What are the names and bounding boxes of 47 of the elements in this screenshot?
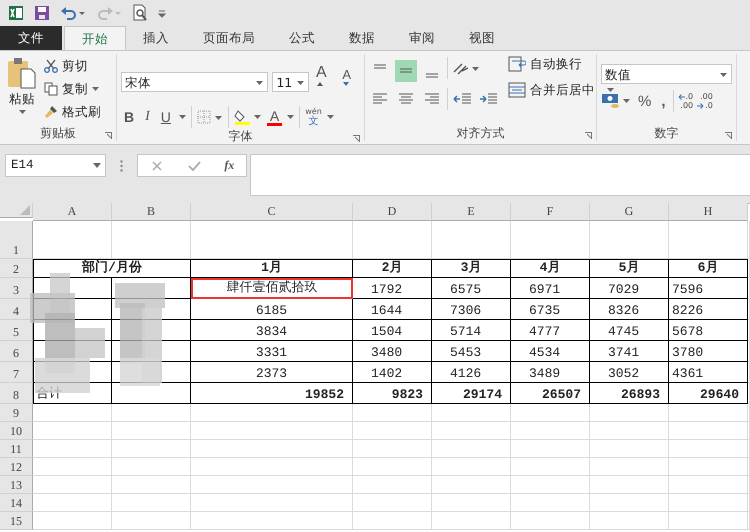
group-label: 数字 <box>654 124 678 142</box>
table-cell: 26893 <box>590 383 669 404</box>
table-cell: 7029 <box>590 278 669 299</box>
table-cell: 8326 <box>590 299 669 320</box>
table-cell: 4月 <box>511 259 590 278</box>
table-cell: 肆仟壹佰贰拾玖 <box>191 278 353 299</box>
table-cell: 3月 <box>432 259 511 278</box>
group-label: 字体 <box>228 128 252 144</box>
table-cell: 1792 <box>353 278 432 299</box>
table-cell: 6575 <box>432 278 511 299</box>
table-cell: 5月 <box>590 259 669 278</box>
table-cell: 9823 <box>353 383 432 404</box>
table-cell: 4745 <box>590 320 669 341</box>
table-cell: 3834 <box>191 320 353 341</box>
table-cell: 4534 <box>511 341 590 362</box>
group-label: 对齐方式 <box>456 124 504 142</box>
table-cell: 6971 <box>511 278 590 299</box>
table-cell: 1月 <box>191 259 353 278</box>
table-cell: 3052 <box>590 362 669 383</box>
table-cell: 26507 <box>511 383 590 404</box>
table-cell: 29174 <box>432 383 511 404</box>
table-cell: 3489 <box>511 362 590 383</box>
table-cell: 3741 <box>590 341 669 362</box>
table-cell: 4361 <box>669 362 748 383</box>
table-cell: 1504 <box>353 320 432 341</box>
table-cell: 3331 <box>191 341 353 362</box>
table-cell: 4777 <box>511 320 590 341</box>
table-cell: 6月 <box>669 259 748 278</box>
table-cell: 部门/月份 <box>33 259 191 278</box>
table-cell: 1402 <box>353 362 432 383</box>
table-cell: 2月 <box>353 259 432 278</box>
table-cell: 29640 <box>669 383 748 404</box>
table-cell: 1644 <box>353 299 432 320</box>
table-cell: 6735 <box>511 299 590 320</box>
table-cell: 3780 <box>669 341 748 362</box>
table-cell: 5678 <box>669 320 748 341</box>
table-cell: 7596 <box>669 278 748 299</box>
table-cell: 6185 <box>191 299 353 320</box>
table-cell: 8226 <box>669 299 748 320</box>
table-cell: 5453 <box>432 341 511 362</box>
table-cell: 19852 <box>191 383 353 404</box>
table-cell: 2373 <box>191 362 353 383</box>
table-cell: 4126 <box>432 362 511 383</box>
group-label: 剪贴板 <box>40 124 76 142</box>
table-cell: 7306 <box>432 299 511 320</box>
table-cell: 5714 <box>432 320 511 341</box>
table-cell: 3480 <box>353 341 432 362</box>
